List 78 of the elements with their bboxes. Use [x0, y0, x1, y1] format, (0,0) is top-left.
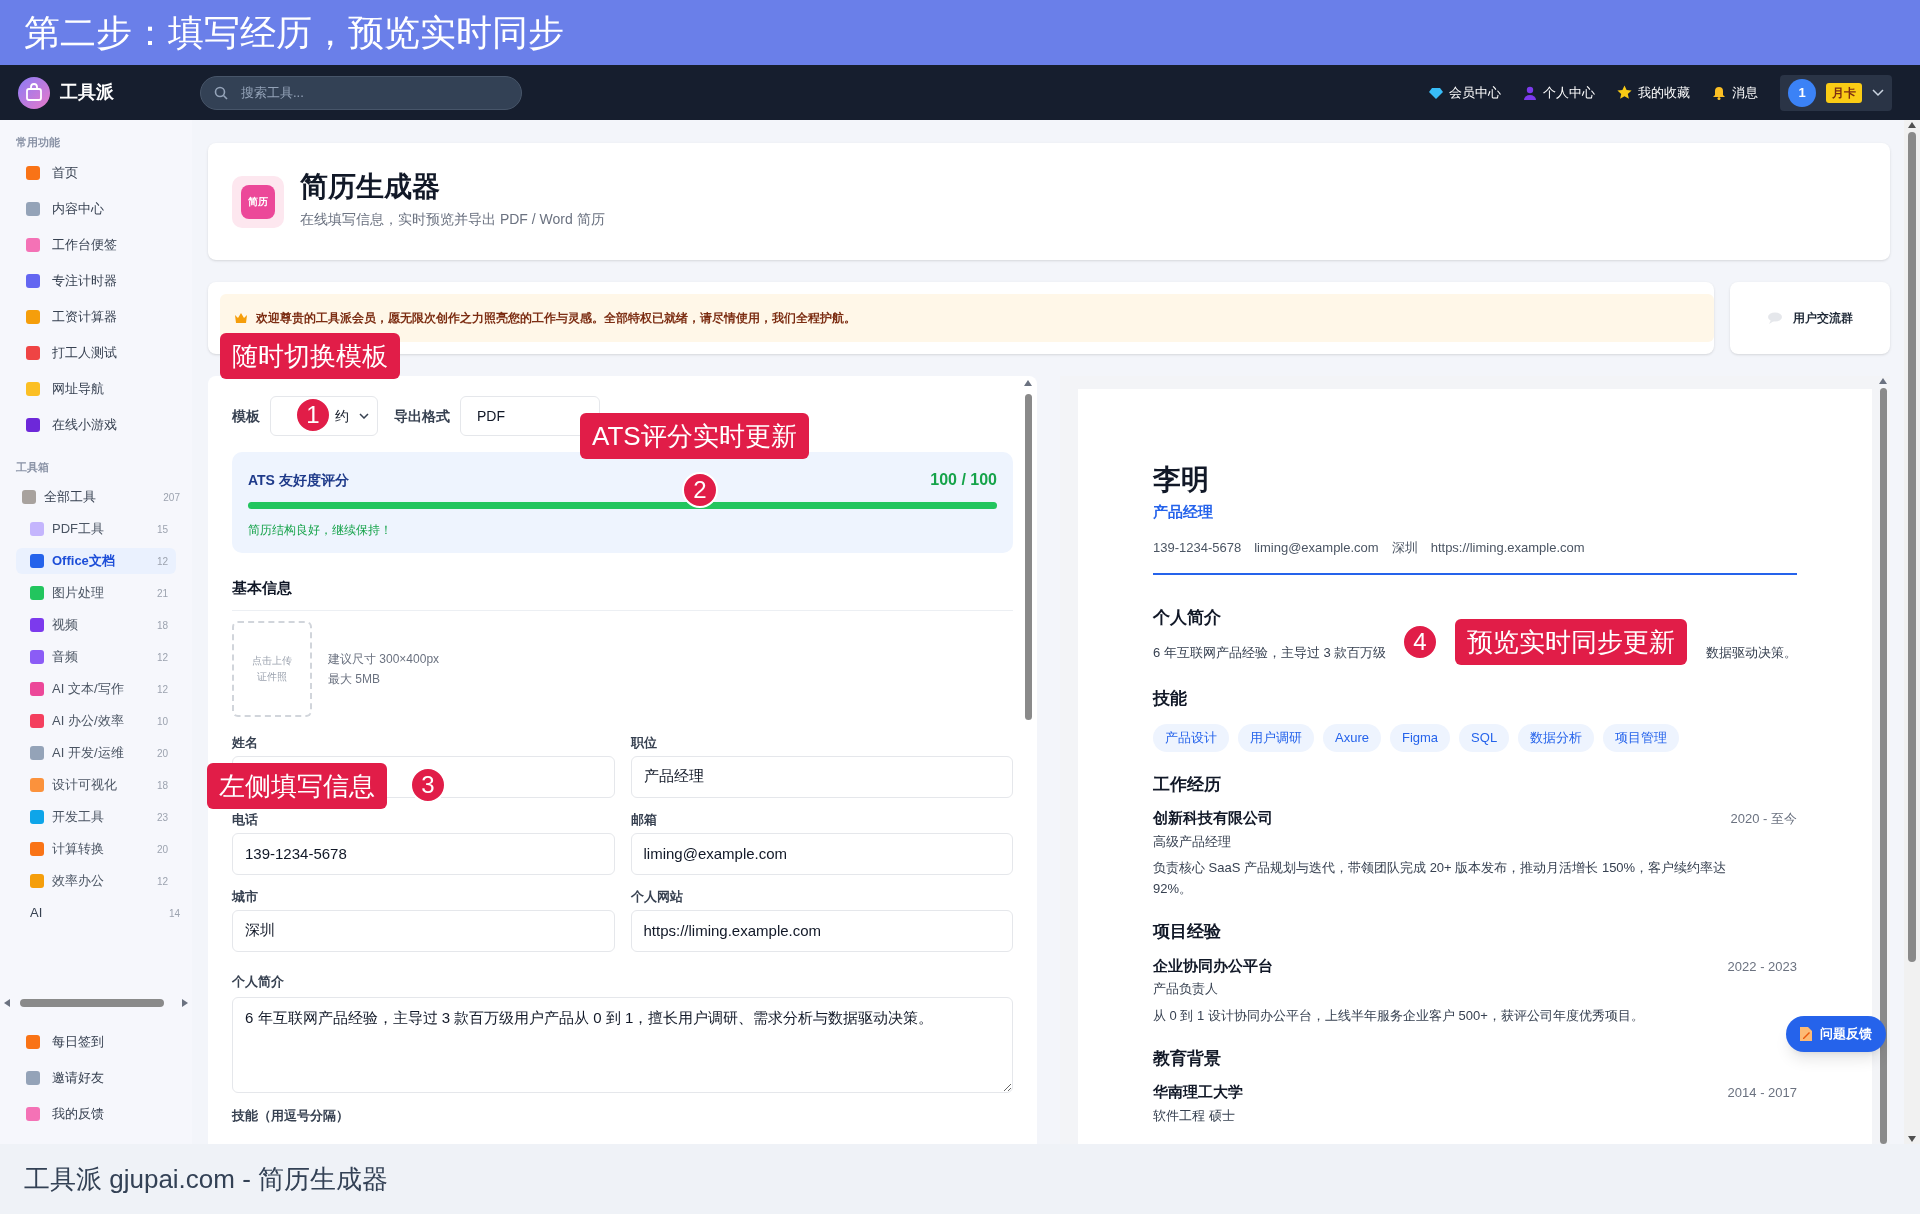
resume-section-title: 项目经验 — [1153, 921, 1222, 943]
resume-section-title: 教育背景 — [1153, 1047, 1222, 1070]
summary-text: 数据驱动决策。 — [1706, 643, 1797, 662]
item-count: 18 — [156, 778, 168, 793]
field-label: 个人简介 — [232, 972, 285, 991]
photo-hint: 最大 5MB — [328, 670, 381, 688]
item-count: 10 — [156, 714, 168, 729]
item-count: 12 — [156, 554, 168, 569]
contact-text: 139-1234-5678 — [1153, 538, 1242, 557]
item-count: 20 — [156, 842, 168, 857]
app-badge: 简历 — [241, 184, 275, 219]
item-count: 23 — [156, 810, 168, 825]
entry-period: 2014 - 2017 — [1727, 1084, 1797, 1102]
upload-text: 点击上传 — [252, 653, 292, 668]
skill-tag: 产品设计 — [1153, 723, 1229, 752]
resume-title: 产品经理 — [1153, 502, 1214, 522]
summary-text: 6 年互联网产品经验，主导过 3 款百万级 — [1153, 643, 1387, 662]
callout-tooltip: 随时切换模板 — [220, 333, 400, 379]
contact-text: 深圳 — [1391, 538, 1418, 557]
entry-role: 软件工程 硕士 — [1153, 1106, 1236, 1125]
upload-text: 证件照 — [257, 669, 287, 684]
field-label: 模板 — [232, 406, 260, 426]
ats-message: 简历结构良好，继续保持！ — [248, 522, 393, 539]
footer-caption: 工具派 gjupai.com - 简历生成器 — [24, 1162, 389, 1196]
entry-description: 从 0 到 1 设计协同办公平台，上线半年服务企业客户 500+，获评公司年度优秀项目。 — [1153, 1006, 1645, 1025]
banner-title: 第二步：填写经历，预览实时同步 — [24, 14, 564, 51]
skill-tag: SQL — [1459, 723, 1510, 752]
item-count: 14 — [168, 906, 180, 921]
resume-section-title: 个人简介 — [1153, 607, 1222, 629]
ats-title: ATS 友好度评分 — [248, 470, 349, 490]
resume-section-title: 技能 — [1153, 688, 1188, 710]
ats-score: 100 / 100 — [930, 470, 997, 490]
item-count: 12 — [156, 650, 168, 665]
notice-text: 欢迎尊贵的工具派会员，愿无限次创作之力照亮您的工作与灵感。全部特权已就绪，请尽情使用，我们全程护航。 — [256, 310, 856, 327]
skill-tag: 用户调研 — [1238, 723, 1314, 752]
item-count: 12 — [156, 682, 168, 697]
entry-role: 产品负责人 — [1153, 980, 1219, 998]
item-count: 207 — [163, 490, 180, 505]
item-count: 21 — [156, 586, 168, 601]
item-count: 12 — [156, 874, 168, 889]
field-label: 导出格式 — [394, 406, 450, 426]
section-title: 工具箱 — [15, 459, 50, 475]
entry-period: 2020 - 至今 — [1730, 810, 1797, 828]
photo-hint: 建议尺寸 300×400px — [328, 650, 440, 668]
field-label: 城市 — [232, 888, 259, 905]
section-title: 常用功能 — [15, 135, 61, 150]
callout-tooltip: 预览实时同步更新 — [1455, 619, 1687, 665]
callout-tooltip: 左侧填写信息 — [207, 763, 387, 809]
page-title: 简历生成器 — [300, 173, 441, 201]
callout-tooltip: ATS评分实时更新 — [580, 413, 809, 459]
entry-description: 负责核心 SaaS 产品规划与迭代，带领团队完成 20+ 版本发布，推动月活增长 150%，客户续约率达 92%。 — [1153, 859, 1728, 898]
skill-tag: 项目管理 — [1603, 723, 1680, 752]
item-count: 20 — [156, 746, 168, 761]
field-label: 姓名 — [232, 734, 259, 751]
contact-text: liming@example.com — [1254, 538, 1379, 557]
section-heading: 基本信息 — [232, 577, 1013, 611]
skill-tag: 数据分析 — [1518, 723, 1595, 752]
brand-name: 工具派 — [60, 81, 115, 104]
field-label: 职位 — [630, 734, 658, 751]
field-label: 邮箱 — [630, 811, 658, 828]
skill-tag: Axure — [1323, 723, 1381, 752]
field-label: 个人网站 — [630, 888, 684, 905]
field-label: 技能（用逗号分隔） — [232, 1107, 350, 1125]
entry-period: 2022 - 2023 — [1727, 957, 1797, 976]
field-label: 电话 — [232, 811, 259, 828]
entry-title: 华南理工大学 — [1153, 1082, 1243, 1102]
item-count: 15 — [156, 522, 168, 537]
item-count: 18 — [156, 618, 168, 633]
membership-badge: 月卡 — [1826, 82, 1862, 103]
page-subtitle: 在线填写信息，实时预览并导出 PDF / Word 简历 — [300, 210, 605, 229]
contact-text: https://liming.example.com — [1430, 538, 1585, 557]
resume-section-title: 工作经历 — [1153, 773, 1222, 796]
resume-name: 李明 — [1153, 463, 1210, 497]
entry-title: 企业协同办公平台 — [1153, 955, 1273, 976]
skill-tag: Figma — [1389, 723, 1451, 752]
entry-title: 创新科技有限公司 — [1153, 808, 1273, 828]
user-avatar: 1 — [1788, 78, 1816, 107]
entry-role: 高级产品经理 — [1153, 832, 1232, 851]
